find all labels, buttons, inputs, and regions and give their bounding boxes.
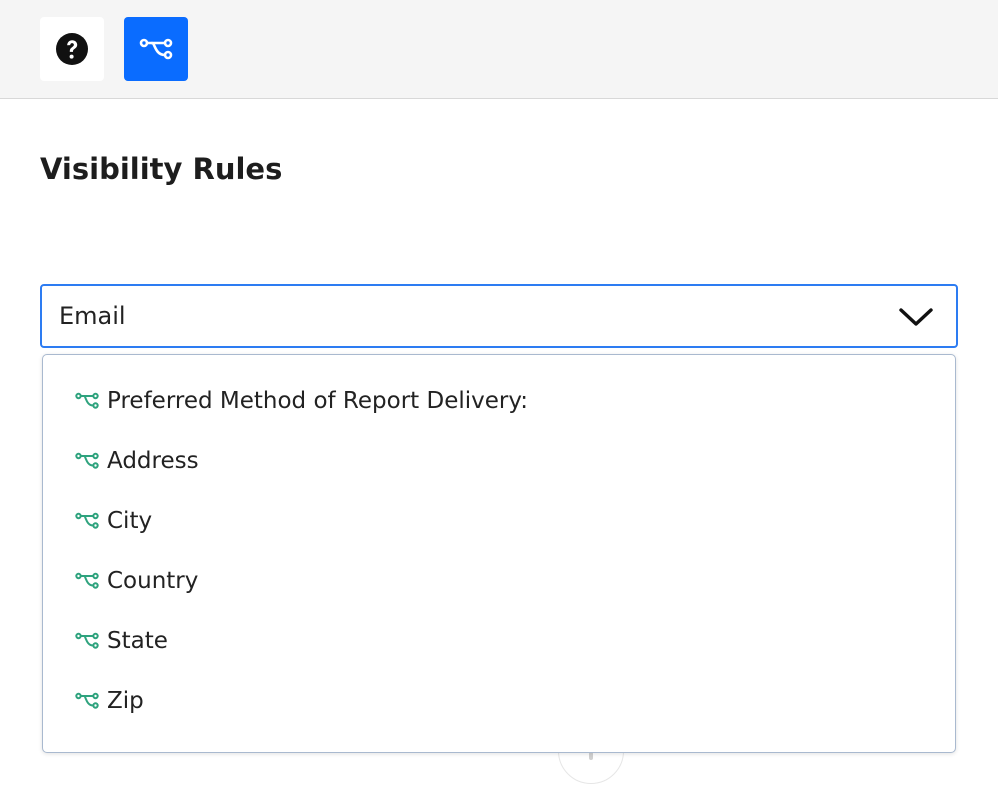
top-toolbar — [0, 0, 998, 99]
dropdown-option[interactable]: Zip — [75, 681, 144, 721]
dropdown-option-label: City — [107, 508, 153, 534]
field-dropdown-list: Preferred Method of Report Delivery: Add… — [42, 354, 956, 753]
dropdown-option-label: Preferred Method of Report Delivery: — [107, 388, 529, 414]
branch-icon — [75, 572, 99, 589]
page-title: Visibility Rules — [40, 152, 283, 186]
dropdown-option[interactable]: Preferred Method of Report Delivery: — [75, 381, 528, 421]
dropdown-option-label: Country — [107, 568, 199, 594]
dropdown-option-label: State — [107, 628, 168, 654]
help-button[interactable] — [40, 17, 104, 81]
branch-icon — [75, 692, 99, 709]
branch-icon — [75, 512, 99, 529]
dropdown-option[interactable]: Country — [75, 561, 198, 601]
background-dot — [589, 752, 593, 760]
dropdown-option[interactable]: City — [75, 501, 152, 541]
select-value: Email — [59, 302, 126, 330]
branch-icon — [75, 452, 99, 469]
question-circle-icon — [56, 33, 88, 65]
visibility-rules-button[interactable] — [124, 17, 188, 81]
field-select[interactable]: Email — [40, 284, 958, 348]
dropdown-option[interactable]: State — [75, 621, 168, 661]
branch-icon — [75, 392, 99, 409]
branch-icon — [75, 632, 99, 649]
dropdown-option[interactable]: Address — [75, 441, 199, 481]
chevron-down-icon — [899, 308, 933, 326]
branch-icon — [139, 38, 173, 60]
dropdown-option-label: Address — [107, 448, 199, 474]
dropdown-option-label: Zip — [107, 688, 144, 714]
